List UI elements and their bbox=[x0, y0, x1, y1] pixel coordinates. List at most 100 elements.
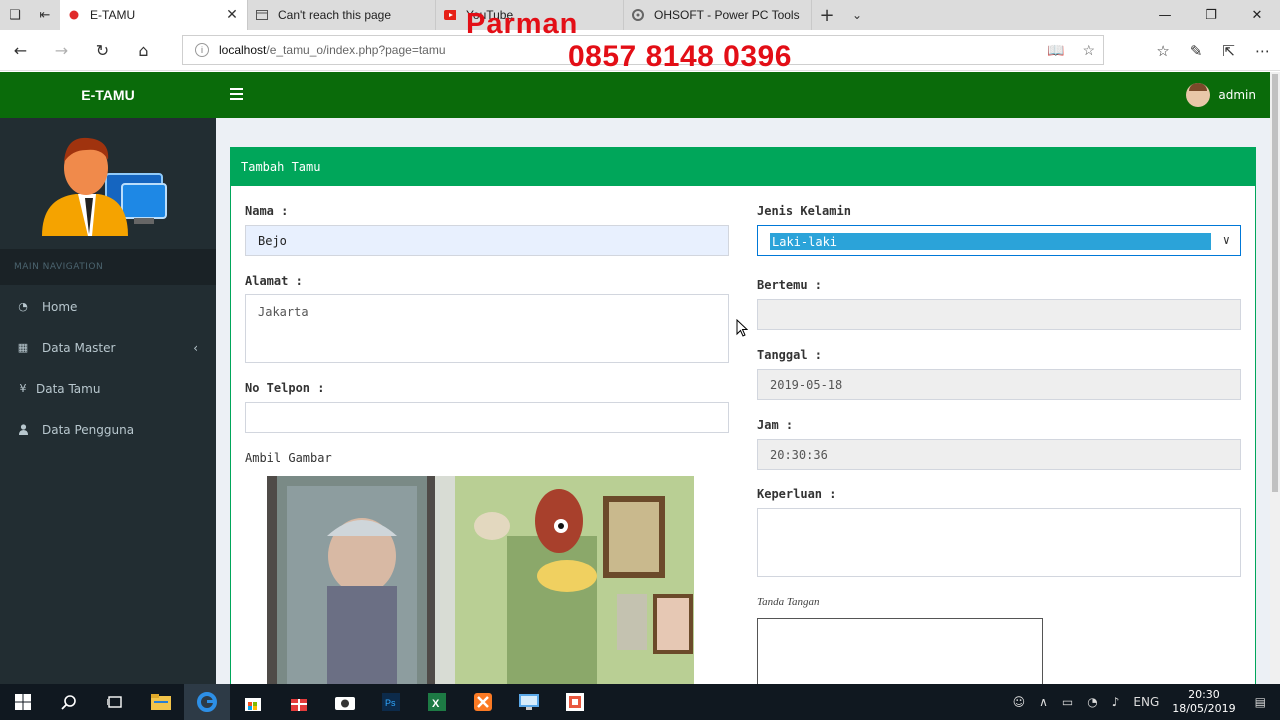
telpon-input[interactable] bbox=[245, 402, 729, 433]
jenis-kelamin-select[interactable]: Laki-laki ∨ bbox=[757, 225, 1241, 256]
tab-sets-icon[interactable]: ❑ bbox=[0, 0, 30, 30]
windows-start-icon[interactable] bbox=[0, 684, 46, 720]
favorite-star-icon[interactable]: ☆ bbox=[1082, 42, 1095, 59]
tanggal-label: Tanggal : bbox=[757, 348, 823, 362]
clock[interactable]: 20:30 18/05/2019 bbox=[1172, 688, 1235, 716]
store-icon[interactable] bbox=[230, 684, 276, 720]
home-icon[interactable]: ⌂ bbox=[123, 30, 164, 71]
file-explorer-icon[interactable] bbox=[138, 684, 184, 720]
gear-icon bbox=[632, 9, 644, 21]
sidebar: MAIN NAVIGATION ◔ Home ▦ Data Master ‹ ¥… bbox=[0, 118, 216, 684]
input-language[interactable]: ENG bbox=[1133, 695, 1159, 709]
excel-icon[interactable]: X bbox=[414, 684, 460, 720]
volume-icon[interactable]: ♪ bbox=[1112, 695, 1120, 709]
wifi-icon[interactable]: ◔ bbox=[1087, 695, 1097, 709]
nama-label: Nama : bbox=[245, 204, 289, 218]
chevron-down-icon[interactable]: ⌄ bbox=[842, 0, 872, 30]
edge-browser-icon[interactable] bbox=[184, 684, 230, 720]
main-content: Tambah Tamu Nama : Bejo Alamat : Jakarta… bbox=[216, 118, 1270, 684]
alamat-label: Alamat : bbox=[245, 274, 303, 288]
jenis-kelamin-selected: Laki-laki bbox=[770, 233, 1211, 250]
set-aside-tabs-icon[interactable]: ⇤ bbox=[30, 0, 60, 30]
minimize-icon[interactable]: — bbox=[1142, 0, 1188, 30]
scrollbar-thumb[interactable] bbox=[1272, 74, 1278, 492]
sidebar-item-home[interactable]: ◔ Home bbox=[0, 286, 216, 327]
close-tab-icon[interactable]: ✕ bbox=[225, 7, 239, 23]
record-dot-icon bbox=[68, 9, 80, 21]
bertemu-label: Bertemu : bbox=[757, 278, 823, 292]
share-icon[interactable]: ⇱ bbox=[1222, 42, 1235, 60]
chevron-down-icon: ∨ bbox=[1222, 233, 1230, 247]
tanda-tangan-label: Tanda Tangan bbox=[757, 596, 820, 608]
jam-label: Jam : bbox=[757, 418, 794, 432]
brand-logo[interactable]: E-TAMU bbox=[0, 72, 216, 118]
people-icon[interactable]: ☺ bbox=[1013, 695, 1026, 709]
tambah-tamu-panel: Tambah Tamu Nama : Bejo Alamat : Jakarta… bbox=[230, 147, 1256, 684]
notification-icon[interactable]: ▤ bbox=[1255, 695, 1266, 709]
control-panel-icon[interactable] bbox=[506, 684, 552, 720]
pen-icon[interactable]: ✎ bbox=[1190, 42, 1203, 60]
photoshop-icon[interactable]: Ps bbox=[368, 684, 414, 720]
tab-cant-reach[interactable]: Can't reach this page bbox=[248, 0, 436, 30]
new-tab-icon[interactable]: + bbox=[812, 0, 842, 30]
webcam-preview[interactable] bbox=[267, 476, 694, 684]
clock-time: 20:30 bbox=[1188, 688, 1220, 701]
jam-input[interactable]: 20:30:36 bbox=[757, 439, 1241, 470]
refresh-icon[interactable]: ↻ bbox=[82, 30, 123, 71]
tab-ohsoft[interactable]: OHSOFT - Power PC Tools bbox=[624, 0, 812, 30]
task-view-icon[interactable] bbox=[92, 684, 138, 720]
chevron-up-icon[interactable]: ∧ bbox=[1039, 695, 1048, 709]
ambil-gambar-label: Ambil Gambar bbox=[245, 451, 332, 465]
table-icon: ▦ bbox=[17, 341, 29, 354]
reading-view-icon[interactable]: 📖 bbox=[1047, 42, 1064, 59]
search-icon[interactable] bbox=[46, 684, 92, 720]
sidebar-section-header: MAIN NAVIGATION bbox=[0, 249, 216, 285]
mouse-cursor-icon bbox=[736, 319, 748, 337]
windows-taskbar: Ps X ☺ ∧ ▭ ◔ ♪ ENG 20:30 18/05/2019 ▤ bbox=[0, 684, 1280, 720]
info-icon[interactable]: i bbox=[195, 43, 209, 57]
xampp-icon[interactable] bbox=[460, 684, 506, 720]
sidebar-item-data-master[interactable]: ▦ Data Master ‹ bbox=[0, 327, 216, 368]
hamburger-menu-icon[interactable] bbox=[230, 88, 243, 100]
sidebar-item-data-tamu[interactable]: ¥ Data Tamu bbox=[0, 368, 216, 409]
panel-title: Tambah Tamu bbox=[231, 148, 1255, 186]
close-window-icon[interactable]: ✕ bbox=[1234, 0, 1280, 30]
keperluan-textarea[interactable] bbox=[757, 508, 1241, 577]
back-icon[interactable]: ← bbox=[0, 30, 41, 71]
svg-text:Ps: Ps bbox=[385, 698, 396, 708]
favorites-hub-icon[interactable]: ☆ bbox=[1156, 42, 1169, 60]
gift-app-icon[interactable] bbox=[276, 684, 322, 720]
clock-date: 18/05/2019 bbox=[1172, 702, 1236, 715]
page-scrollbar[interactable] bbox=[1270, 72, 1280, 684]
tab-etamu[interactable]: E-TAMU ✕ bbox=[60, 0, 248, 30]
youtube-icon bbox=[444, 9, 456, 21]
user-menu[interactable]: admin bbox=[1186, 83, 1256, 107]
sidebar-item-data-pengguna[interactable]: Data Pengguna bbox=[0, 409, 216, 450]
sidebar-item-label: Data Tamu bbox=[36, 381, 101, 396]
office-app-icon[interactable] bbox=[552, 684, 598, 720]
app-header: E-TAMU admin bbox=[0, 72, 1270, 118]
bertemu-input[interactable] bbox=[757, 299, 1241, 330]
camera-app-icon[interactable] bbox=[322, 684, 368, 720]
page-icon bbox=[256, 9, 268, 21]
system-tray: ☺ ∧ ▭ ◔ ♪ ENG 20:30 18/05/2019 ▤ bbox=[1006, 684, 1280, 720]
signature-pad[interactable] bbox=[757, 618, 1043, 684]
browser-tab-bar: ❑ ⇤ E-TAMU ✕ Can't reach this page YouTu… bbox=[0, 0, 1280, 30]
tab-title: Can't reach this page bbox=[278, 8, 392, 22]
yen-icon: ¥ bbox=[19, 382, 27, 395]
chevron-left-icon: ‹ bbox=[193, 340, 198, 355]
alamat-textarea[interactable]: Jakarta bbox=[245, 294, 729, 363]
sidebar-item-label: Data Master bbox=[42, 340, 116, 355]
forward-icon[interactable]: → bbox=[41, 30, 82, 71]
guest-user-logo-icon bbox=[42, 137, 167, 236]
restore-icon[interactable]: ❐ bbox=[1188, 0, 1234, 30]
more-icon[interactable]: ⋯ bbox=[1255, 42, 1270, 60]
tanggal-input[interactable]: 2019-05-18 bbox=[757, 369, 1241, 400]
watermark-phone: 0857 8148 0396 bbox=[568, 40, 792, 73]
url-path: /e_tamu_o/index.php?page=tamu bbox=[266, 43, 446, 57]
svg-text:X: X bbox=[432, 698, 440, 710]
nama-input[interactable]: Bejo bbox=[245, 225, 729, 256]
battery-icon[interactable]: ▭ bbox=[1062, 695, 1073, 709]
sidebar-item-label: Data Pengguna bbox=[42, 422, 135, 437]
tab-title: E-TAMU bbox=[90, 8, 136, 22]
